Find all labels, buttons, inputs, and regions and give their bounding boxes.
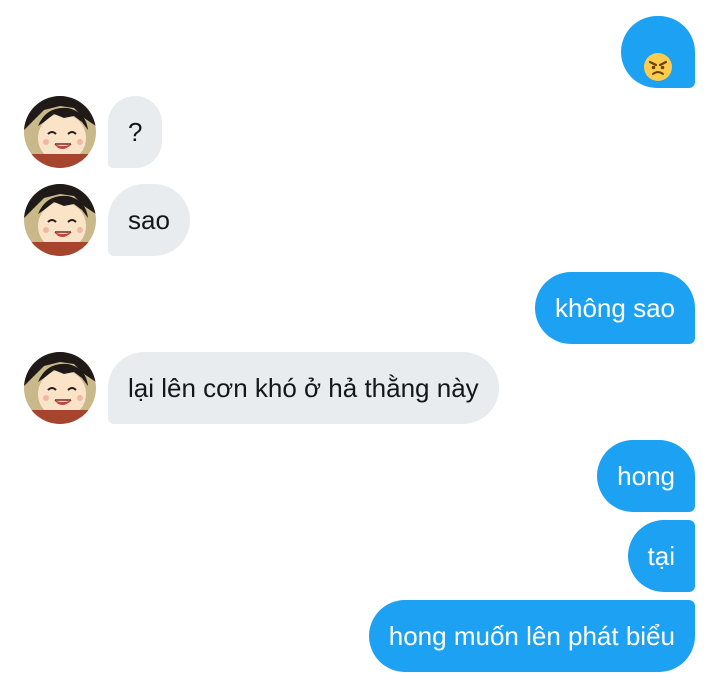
angry-face-emoji-icon [643, 37, 673, 81]
sent-message-bubble[interactable]: hong [597, 440, 695, 512]
contact-avatar[interactable] [24, 96, 96, 168]
received-message-bubble[interactable]: ? [108, 96, 163, 168]
sent-message-bubble[interactable]: tại [627, 520, 695, 592]
cartoon-boy-avatar-icon [24, 184, 96, 256]
sent-message-emoji-bubble[interactable] [621, 16, 695, 88]
chat-thread: ? sao không sao lại lên cơn khó ở hả thằ… [0, 0, 720, 674]
received-message-bubble[interactable]: sao [108, 184, 190, 256]
cartoon-boy-avatar-icon [24, 96, 96, 168]
cartoon-boy-avatar-icon [24, 352, 96, 424]
contact-avatar[interactable] [24, 184, 96, 256]
received-message-bubble[interactable]: lại lên cơn khó ở hả thằng này [108, 352, 499, 424]
sent-message-bubble[interactable]: không sao [535, 272, 695, 344]
sent-message-bubble[interactable]: hong muốn lên phát biểu [368, 600, 695, 672]
contact-avatar[interactable] [24, 352, 96, 424]
